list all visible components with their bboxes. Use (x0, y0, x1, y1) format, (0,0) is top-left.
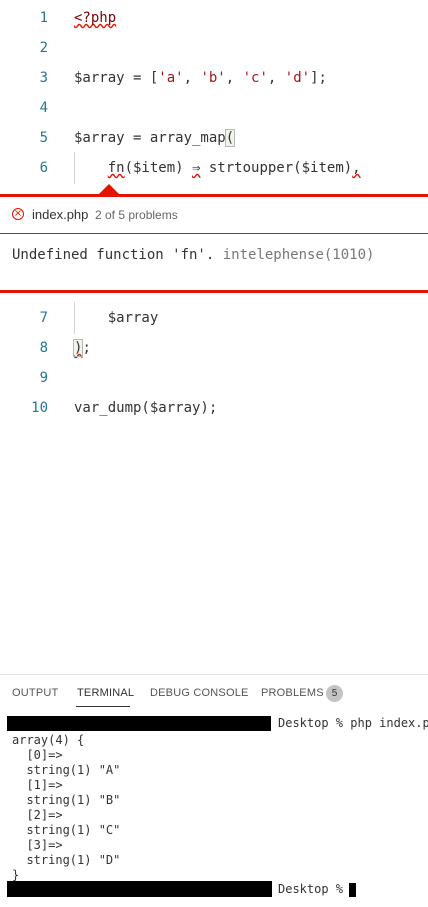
peek-filename[interactable]: index.php (32, 197, 88, 233)
code-line-1[interactable]: 1 <?php (0, 3, 428, 33)
line-number: 6 (39, 160, 48, 176)
error-token: <?php (74, 10, 117, 26)
code-token: 'c' (242, 70, 268, 86)
terminal-output-line: string(1) "D" (12, 853, 121, 867)
line-number: 8 (39, 340, 48, 356)
code-token: , (267, 70, 285, 86)
peek-header: × index.php 2 of 5 problems (0, 197, 428, 234)
error-message: Undefined function 'fn'. (12, 247, 215, 263)
terminal-output-line: string(1) "C" (12, 823, 121, 837)
error-source[interactable]: intelephense(1010) (223, 247, 375, 263)
error-token: fn (107, 160, 125, 176)
panel-tabs: OUTPUT TERMINAL DEBUG CONSOLE PROBLEMS 5 (0, 676, 428, 708)
peek-problem-count: 2 of 5 problems (95, 208, 178, 222)
code-token: , (225, 70, 243, 86)
code-token: 'd' (284, 70, 311, 86)
error-token: , (352, 160, 361, 176)
line-number: 1 (39, 10, 48, 26)
line-number: 2 (39, 40, 48, 56)
code-line-6[interactable]: 6 fn($item) ⇒ strtoupper($item), (0, 153, 428, 183)
code-line-5[interactable]: 5 $array = array_map( (0, 123, 428, 153)
code-line-3[interactable]: 3 $array = ['a', 'b', 'c', 'd']; (0, 63, 428, 93)
code-token: $array = array_map (74, 130, 226, 146)
tab-output[interactable]: OUTPUT (12, 676, 58, 710)
error-circle-icon: × (12, 208, 24, 220)
code-token: ; (82, 340, 91, 356)
terminal-output-line: [0]=> (12, 748, 63, 762)
peek-message: Undefined function 'fn'. intelephense(10… (12, 240, 374, 270)
code-line-9[interactable]: 9 (0, 363, 428, 393)
tab-problems[interactable]: PROBLEMS (261, 676, 324, 710)
redacted-prompt (7, 881, 272, 897)
code-token: strtoupper($item) (200, 160, 353, 176)
code-token: $array (74, 310, 159, 326)
line-number: 9 (39, 370, 48, 386)
redacted-prompt (7, 716, 271, 731)
problems-count-badge: 5 (326, 685, 343, 702)
terminal-command: Desktop % php index.php (278, 716, 428, 730)
terminal[interactable]: Desktop % php index.php array(4) { [0]=>… (0, 712, 428, 907)
tab-debug-console[interactable]: DEBUG CONSOLE (150, 676, 249, 710)
line-number: 4 (39, 100, 48, 116)
code-token: 'b' (200, 70, 226, 86)
active-tab-indicator (76, 706, 130, 707)
line-number: 10 (31, 400, 48, 416)
panel-divider (0, 674, 428, 675)
code-token: ($item) (124, 160, 193, 176)
terminal-output-line: string(1) "B" (12, 793, 121, 807)
code-text[interactable]: var_dump($array); (74, 393, 217, 423)
code-token: 'a' (158, 70, 184, 86)
terminal-output-line: array(4) { (12, 733, 85, 747)
line-number: 5 (39, 130, 48, 146)
tab-terminal[interactable]: TERMINAL (77, 676, 134, 710)
terminal-output-line: [1]=> (12, 778, 63, 792)
peek-arrow (99, 184, 119, 194)
code-line-2[interactable]: 2 (0, 33, 428, 63)
terminal-cursor (349, 883, 356, 897)
code-text[interactable]: <?php (74, 3, 116, 33)
code-token: $array = [ (74, 70, 159, 86)
code-token: var_dump($array); (74, 400, 218, 416)
code-line-4[interactable]: 4 (0, 93, 428, 123)
code-line-10[interactable]: 10 var_dump($array); (0, 393, 428, 423)
line-number: 3 (39, 70, 48, 86)
terminal-output-line: string(1) "A" (12, 763, 121, 777)
code-token: , (183, 70, 201, 86)
terminal-output-line: [3]=> (12, 838, 63, 852)
code-text[interactable]: ); (72, 333, 91, 363)
code-text[interactable]: $array (74, 303, 159, 333)
code-line-7[interactable]: 7 $array (0, 303, 428, 333)
code-text[interactable]: $array = array_map( (74, 123, 236, 153)
code-token: ]; (310, 70, 327, 86)
terminal-output-line: [2]=> (12, 808, 63, 822)
code-text[interactable]: fn($item) ⇒ strtoupper($item), (74, 153, 361, 183)
code-line-8[interactable]: 8); (0, 333, 428, 363)
line-number: 7 (39, 310, 48, 326)
problem-peek-widget: × index.php 2 of 5 problems Undefined fu… (0, 194, 428, 293)
code-token: ( (224, 129, 236, 147)
terminal-prompt: Desktop % (278, 882, 351, 896)
code-text[interactable]: $array = ['a', 'b', 'c', 'd']; (74, 63, 327, 93)
